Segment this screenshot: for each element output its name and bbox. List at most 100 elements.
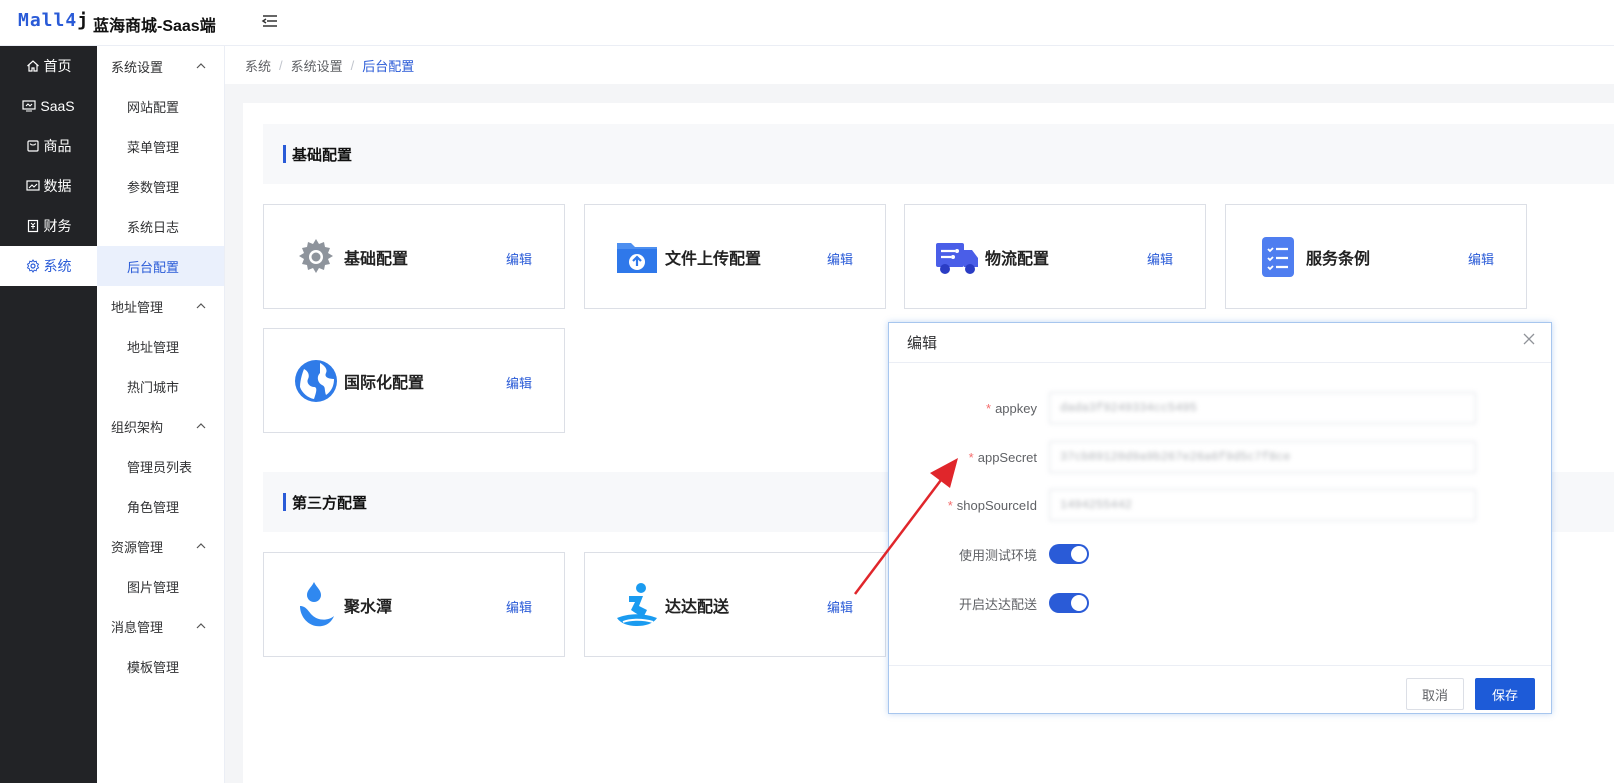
receipt-icon <box>27 219 38 233</box>
card-jushuitan: 聚水潭 编辑 <box>263 552 565 657</box>
nav-goods[interactable]: 商品 <box>0 126 97 166</box>
card-file-upload-config: 文件上传配置 编辑 <box>584 204 886 309</box>
document-list-icon <box>1256 235 1300 279</box>
edit-link[interactable]: 编辑 <box>827 597 853 616</box>
sub-group-system-settings[interactable]: 系统设置 <box>97 46 224 86</box>
monitor-icon <box>22 100 36 112</box>
edit-link[interactable]: 编辑 <box>506 373 532 392</box>
card-name: 基础配置 <box>344 250 409 268</box>
card-name: 达达配送 <box>665 598 730 616</box>
card-name: 物流配置 <box>985 250 1050 268</box>
dialog-footer: 取消 保存 <box>889 665 1551 715</box>
form-row-shopsourceid: * shopSourceId 1494255442 <box>889 488 1553 522</box>
breadcrumb-separator: / <box>279 57 283 73</box>
field-label: * appSecret <box>889 450 1049 465</box>
nav-finance[interactable]: 财务 <box>0 206 97 246</box>
logo: Mall4j <box>18 10 89 31</box>
chevron-up-icon <box>196 543 206 549</box>
sub-group-label: 系统设置 <box>111 59 164 75</box>
breadcrumb-item-settings[interactable]: 系统设置 <box>291 56 343 75</box>
sub-item-hot-city[interactable]: 热门城市 <box>97 366 224 406</box>
sub-item-admin-list[interactable]: 管理员列表 <box>97 446 224 486</box>
card-basic-config: 基础配置 编辑 <box>263 204 565 309</box>
field-label: * shopSourceId <box>889 498 1049 513</box>
save-button[interactable]: 保存 <box>1475 678 1535 710</box>
sub-group-organization[interactable]: 组织架构 <box>97 406 224 446</box>
appsecret-input[interactable]: 37cb89120d9a9b267e26a6f9d5c7f8ce <box>1049 441 1476 473</box>
section-basic-title: 基础配置 <box>292 146 353 164</box>
sub-group-label: 消息管理 <box>111 619 164 635</box>
nav-saas[interactable]: SaaS <box>0 86 97 126</box>
enable-dada-label: 开启达达配送 <box>958 596 1037 612</box>
section-third-title: 第三方配置 <box>292 494 368 512</box>
folder-upload-icon <box>615 235 659 279</box>
form-row-enable-dada: 开启达达配送 <box>889 586 1553 620</box>
chevron-up-icon <box>196 303 206 309</box>
card-name: 聚水潭 <box>344 598 393 616</box>
sub-item-system-log[interactable]: 系统日志 <box>97 206 224 246</box>
chevron-up-icon <box>196 63 206 69</box>
nav-data[interactable]: 数据 <box>0 166 97 206</box>
cancel-button[interactable]: 取消 <box>1406 678 1464 710</box>
nav-data-label: 数据 <box>43 178 72 194</box>
nav-saas-label: SaaS <box>40 98 75 114</box>
sub-item-menu-manage[interactable]: 菜单管理 <box>97 126 224 166</box>
chart-icon <box>25 180 40 191</box>
edit-link[interactable]: 编辑 <box>506 249 532 268</box>
nav-home[interactable]: 首页 <box>0 46 97 86</box>
sub-sidebar: 系统设置 网站配置 菜单管理 参数管理 系统日志 后台配置 地址管理 地址管理 … <box>97 46 225 783</box>
sub-group-label: 组织架构 <box>111 419 164 435</box>
section-basic-header: 基础配置 <box>263 124 1614 184</box>
sub-group-resource[interactable]: 资源管理 <box>97 526 224 566</box>
edit-link[interactable]: 编辑 <box>827 249 853 268</box>
edit-link[interactable]: 编辑 <box>506 597 532 616</box>
sub-group-label: 地址管理 <box>111 299 164 315</box>
close-icon[interactable] <box>1521 331 1537 347</box>
edit-dialog: 编辑 * appkey dada3f9249334cc5495 * appSecre… <box>888 322 1552 714</box>
appkey-label: appkey <box>995 400 1037 416</box>
dialog-title: 编辑 <box>889 323 1551 363</box>
nav-home-label: 首页 <box>43 58 72 74</box>
home-icon <box>26 60 39 72</box>
required-mark: * <box>968 449 974 465</box>
sub-item-backend-config[interactable]: 后台配置 <box>97 246 224 286</box>
truck-icon <box>935 235 979 279</box>
collapse-menu-icon[interactable] <box>260 11 280 31</box>
sub-item-image-manage[interactable]: 图片管理 <box>97 566 224 606</box>
sub-item-address-manage[interactable]: 地址管理 <box>97 326 224 366</box>
required-mark: * <box>986 400 992 416</box>
water-drop-icon <box>294 581 338 627</box>
card-dada-delivery: 达达配送 编辑 <box>584 552 886 657</box>
card-service-terms: 服务条例 编辑 <box>1225 204 1527 309</box>
nav-goods-label: 商品 <box>43 138 72 154</box>
sub-item-website-config[interactable]: 网站配置 <box>97 86 224 126</box>
breadcrumb-item-current: 后台配置 <box>362 58 415 74</box>
sub-group-address[interactable]: 地址管理 <box>97 286 224 326</box>
breadcrumb: 系统 / 系统设置 / 后台配置 <box>225 46 1614 84</box>
card-name: 文件上传配置 <box>665 250 762 268</box>
sub-item-role-manage[interactable]: 角色管理 <box>97 486 224 526</box>
form-row-appkey: * appkey dada3f9249334cc5495 <box>889 391 1553 425</box>
edit-link[interactable]: 编辑 <box>1147 249 1173 268</box>
sub-item-template-manage[interactable]: 模板管理 <box>97 646 224 686</box>
nav-system-label: 系统 <box>43 258 72 274</box>
appsecret-label: appSecret <box>977 449 1037 465</box>
test-env-label: 使用测试环境 <box>958 547 1037 563</box>
breadcrumb-item-system[interactable]: 系统 <box>245 56 271 75</box>
breadcrumb-separator: / <box>350 57 355 73</box>
gear-icon <box>26 259 39 273</box>
enable-dada-toggle[interactable] <box>1049 593 1089 613</box>
section-bar <box>283 145 286 163</box>
test-env-toggle[interactable] <box>1049 544 1089 564</box>
section-bar <box>283 493 286 511</box>
globe-icon <box>294 359 338 403</box>
sub-group-message[interactable]: 消息管理 <box>97 606 224 646</box>
sub-item-param-manage[interactable]: 参数管理 <box>97 166 224 206</box>
nav-system[interactable]: 系统 <box>0 246 97 286</box>
form-row-test-env: 使用测试环境 <box>889 537 1553 571</box>
edit-link[interactable]: 编辑 <box>1468 249 1494 268</box>
shopsourceid-input[interactable]: 1494255442 <box>1049 489 1476 521</box>
appkey-input[interactable]: dada3f9249334cc5495 <box>1049 392 1476 424</box>
card-i18n-config: 国际化配置 编辑 <box>263 328 565 433</box>
logo-main: Mall4 <box>18 10 78 31</box>
